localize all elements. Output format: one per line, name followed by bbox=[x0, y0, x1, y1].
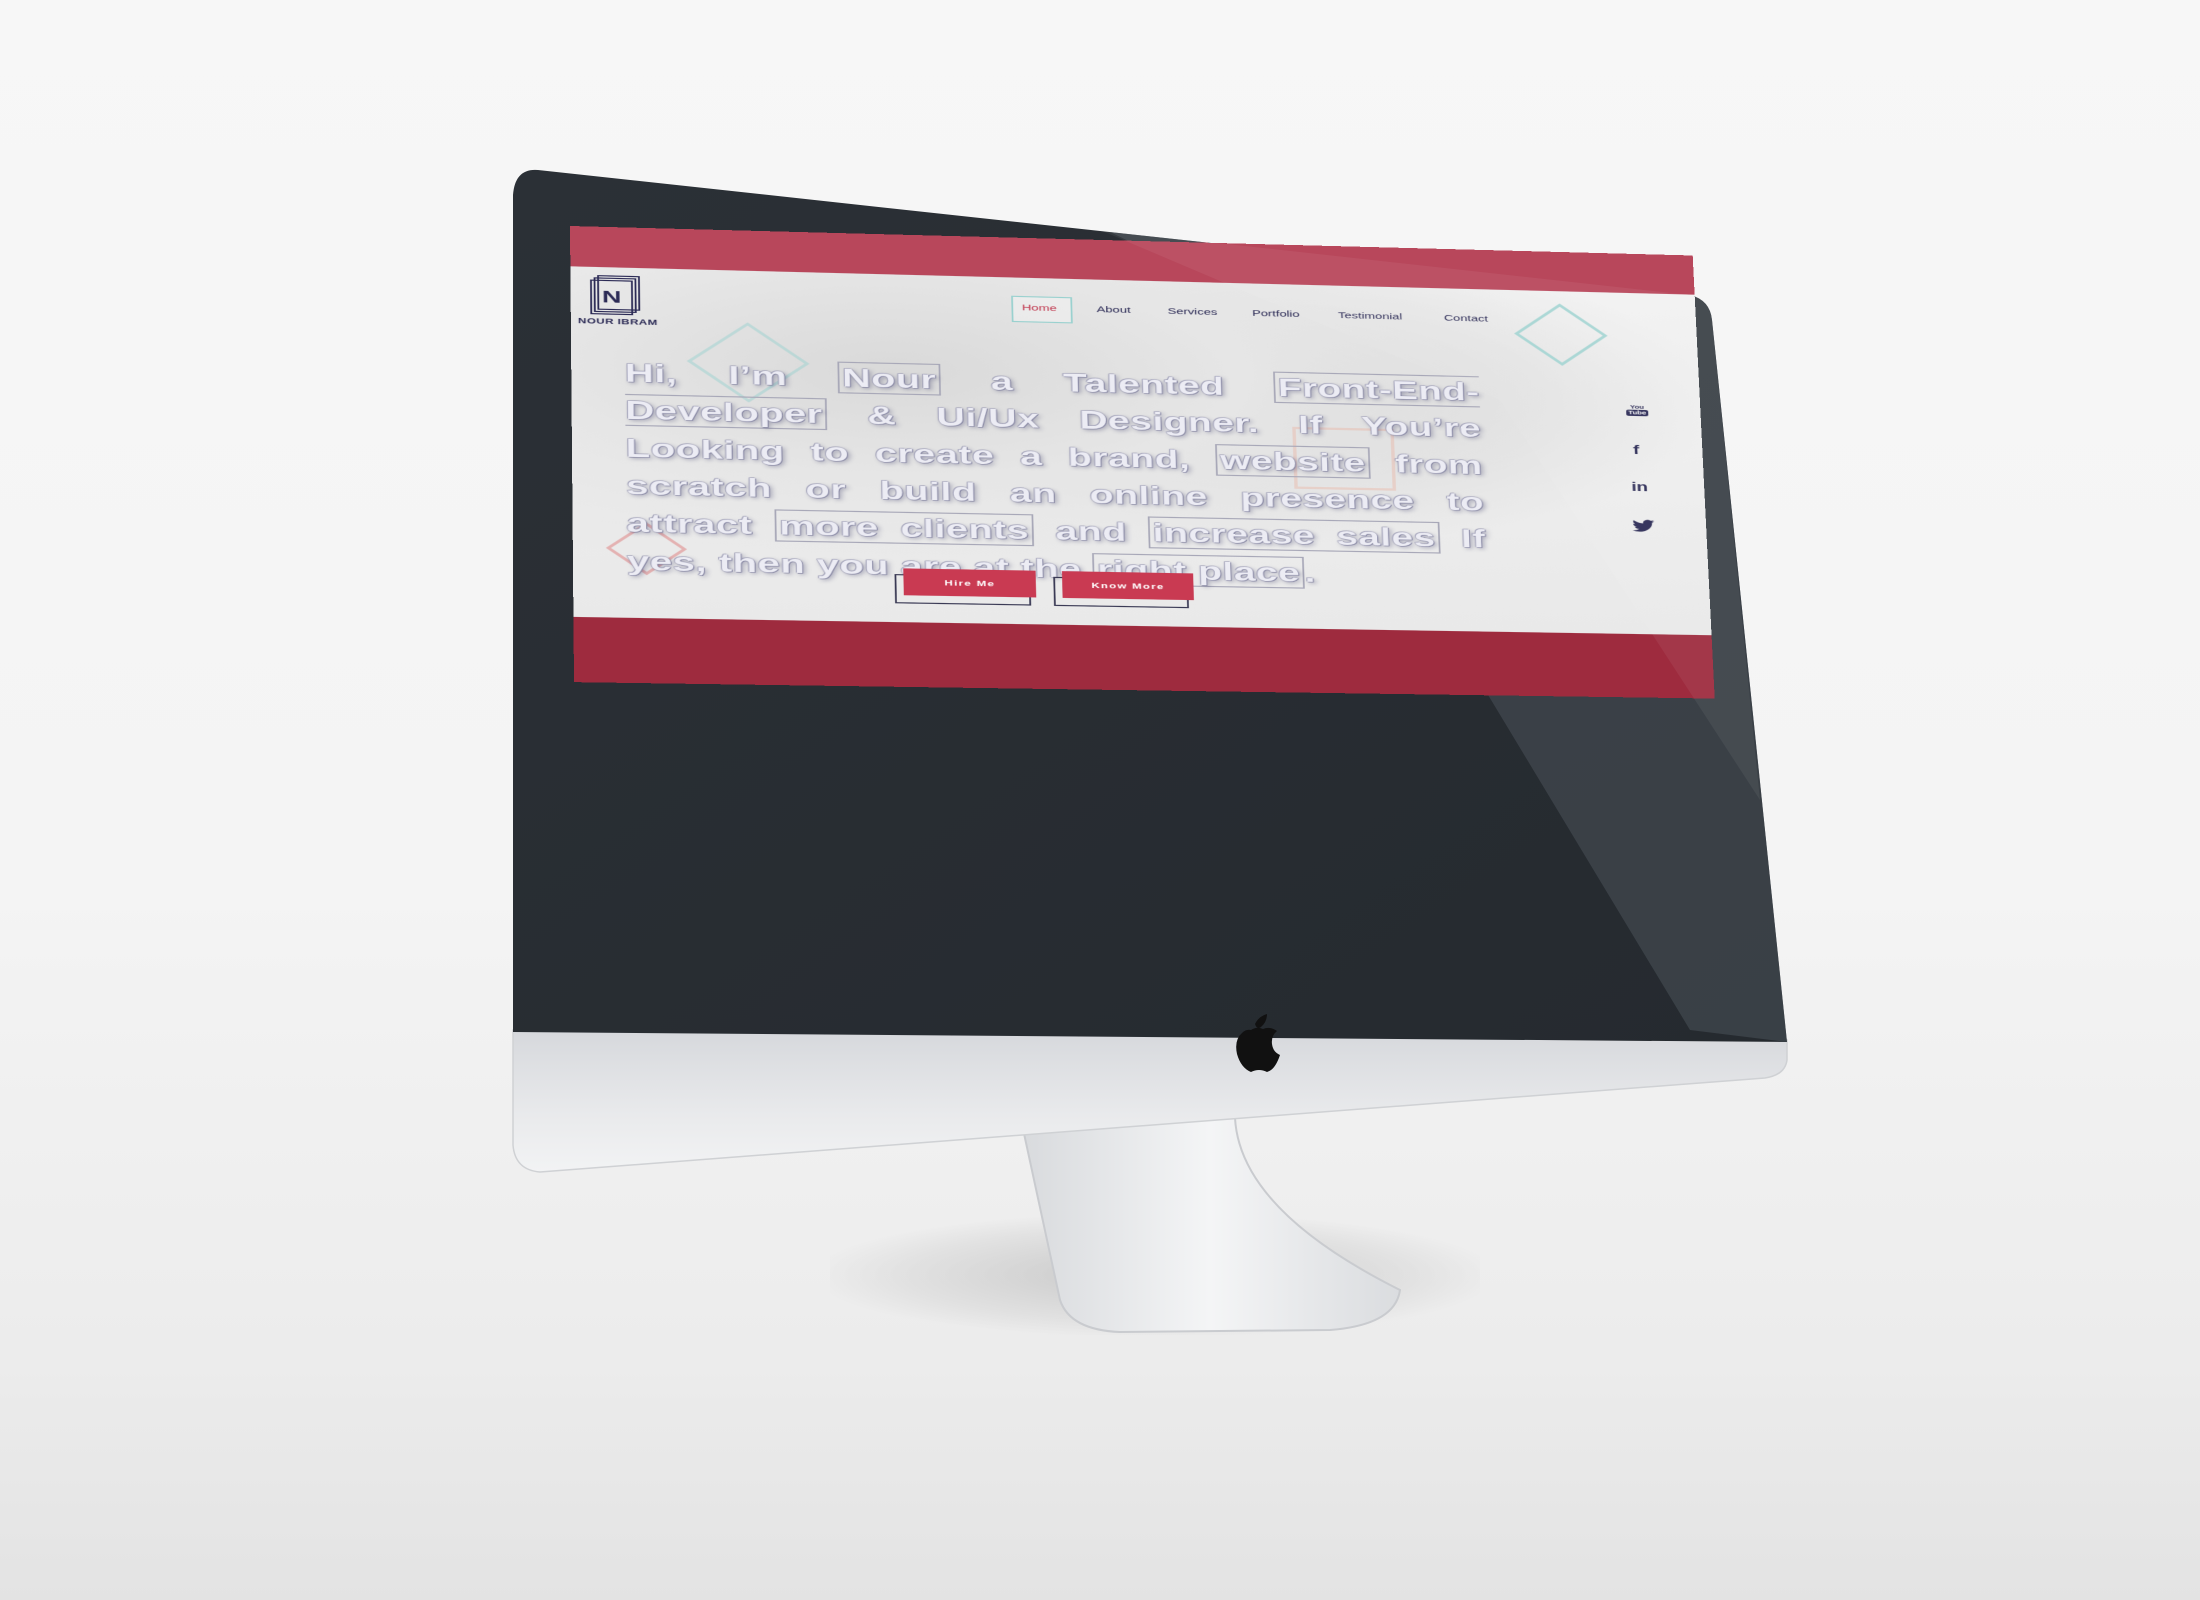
hero-text-segment: a Talented bbox=[940, 365, 1275, 402]
logo-mark[interactable]: N bbox=[590, 279, 634, 316]
youtube-icon[interactable]: You Tube bbox=[1626, 404, 1649, 417]
know-more-button[interactable]: Know More bbox=[1061, 571, 1194, 601]
hire-me-button[interactable]: Hire Me bbox=[903, 568, 1037, 598]
youtube-icon-bottom: Tube bbox=[1626, 409, 1649, 417]
twitter-icon[interactable] bbox=[1632, 519, 1655, 532]
hero-highlight-word: more clients bbox=[774, 509, 1034, 547]
hero-text-segment: and bbox=[1033, 515, 1149, 548]
hero-text-segment: Hi, I’m bbox=[624, 357, 839, 393]
hero-paragraph: Hi, I’m Nour a Talented Front-End-Develo… bbox=[625, 354, 1488, 594]
nav-item-services[interactable]: Services bbox=[1168, 306, 1218, 317]
nav-item-contact[interactable]: Contact bbox=[1444, 313, 1488, 324]
imac-stand bbox=[1018, 1113, 1402, 1334]
hero-highlight-word: increase sales bbox=[1147, 516, 1441, 554]
hero-highlight-word: website bbox=[1215, 443, 1371, 479]
facebook-icon[interactable]: f bbox=[1633, 443, 1640, 458]
hero-text-segment: . bbox=[1303, 557, 1317, 588]
nav-item-home[interactable]: Home bbox=[1022, 303, 1057, 314]
linkedin-icon[interactable]: in bbox=[1631, 479, 1648, 494]
nav-item-portfolio[interactable]: Portfolio bbox=[1252, 308, 1300, 319]
nav-item-about[interactable]: About bbox=[1097, 305, 1131, 316]
website-screen: N NOUR IBRAM Home About Services Portfol… bbox=[570, 226, 1715, 699]
brand-name[interactable]: NOUR IBRAM bbox=[578, 316, 658, 327]
hero-highlight-word: Nour bbox=[837, 361, 942, 396]
nav-item-testimonial[interactable]: Testimonial bbox=[1338, 311, 1403, 322]
